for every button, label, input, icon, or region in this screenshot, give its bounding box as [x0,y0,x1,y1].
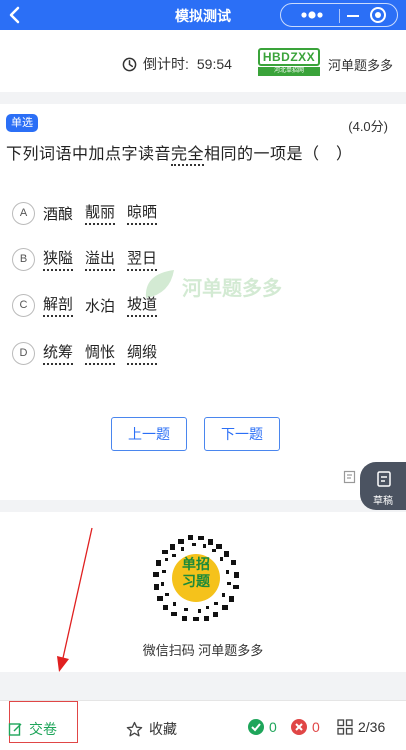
option-word: 统筹 [43,341,74,365]
option-word: 水泊 [85,297,116,315]
submit-label: 交卷 [29,721,57,737]
bottom-action-bar: 交卷 收藏 0 0 2/36 [0,700,406,750]
submit-edit-icon [8,722,22,736]
option-letter: D [12,341,35,365]
option-a[interactable]: A 酒酿 靓丽 晾晒 [12,199,169,227]
brand-logo-subtext: 河北单招网 [258,67,320,76]
question-panel: 单选 (4.0分) 下列词语中加点字读音完全相同的一项是（ ） 河单题多多 A … [0,104,406,500]
countdown: 倒计时: 59:54 [122,54,232,74]
option-d[interactable]: D 统筹 惆怅 绸缎 [12,339,169,367]
qr-panel: 单招 习题 微信扫码 河单题多多 [0,512,406,672]
brand-logo-text: HBDZXX [258,48,320,66]
title-bar: 模拟测试 [0,0,406,30]
option-word: 翌日 [127,247,158,271]
question-grid-button[interactable]: 2/36 [337,719,385,735]
option-c[interactable]: C 解剖 水泊 坡道 [12,291,169,319]
more-dots-icon[interactable] [295,6,329,24]
progress-value: 2/36 [358,719,386,735]
miniapp-capsule [280,3,398,27]
option-word: 溢出 [85,247,116,271]
qr-center-line1: 单招 [182,556,210,572]
stem-emphasis: 完全 [171,146,205,166]
correct-count-value: 0 [269,719,277,735]
option-word: 坡道 [127,293,158,317]
draft-button[interactable]: 草稿 [360,462,406,510]
clock-icon [122,57,137,71]
option-word: 狭隘 [43,247,74,271]
minimize-icon[interactable] [347,15,359,17]
countdown-label: 倒计时: [143,56,189,72]
option-word: 解剖 [43,293,74,317]
x-circle-icon [291,719,307,735]
submit-button[interactable]: 交卷 [8,719,57,739]
option-word: 酒酿 [43,205,74,223]
draft-note-icon [377,471,391,487]
option-letter: B [12,247,35,271]
qr-center-line2: 习题 [182,573,210,589]
option-b[interactable]: B 狭隘 溢出 翌日 [12,245,169,273]
option-word: 晾晒 [127,201,158,225]
stem-part-1: 下列词语中加点字读音 [6,146,172,163]
timer-bar: 倒计时: 59:54 HBDZXX 河北单招网 河单题多多 [0,30,406,92]
watermark-text: 河单题多多 [182,278,282,300]
favorite-button[interactable]: 收藏 [126,719,177,739]
option-word: 惆怅 [85,341,116,365]
wrong-count-value: 0 [312,719,320,735]
capsule-divider [339,9,340,23]
qr-caption: 微信扫码 河单题多多 [142,643,264,658]
question-type-badge: 单选 [6,114,38,132]
question-stem: 下列词语中加点字读音完全相同的一项是（ ） [6,140,353,166]
brand-logo: HBDZXX 河北单招网 [258,48,320,76]
favorite-label: 收藏 [149,721,177,737]
option-letter: A [12,201,35,225]
edit-note-icon[interactable] [343,470,357,484]
option-word: 绸缎 [127,341,158,365]
next-question-button[interactable]: 下一题 [204,417,280,451]
option-letter: C [12,293,35,317]
stem-part-2: 相同的一项是（ ） [204,146,353,163]
draft-label: 草稿 [373,496,393,507]
countdown-value: 59:54 [196,56,232,72]
check-circle-icon [248,719,264,735]
qr-center-logo: 单招 习题 [172,556,220,590]
prev-question-button[interactable]: 上一题 [111,417,187,451]
star-icon [126,721,143,736]
close-miniapp-icon[interactable] [370,7,386,23]
grid-icon [337,719,353,735]
wrong-count: 0 [291,719,320,735]
question-score: (4.0分) [348,119,388,134]
option-word: 靓丽 [85,201,116,225]
correct-count: 0 [248,719,277,735]
brand-name: 河单题多多 [328,58,394,73]
